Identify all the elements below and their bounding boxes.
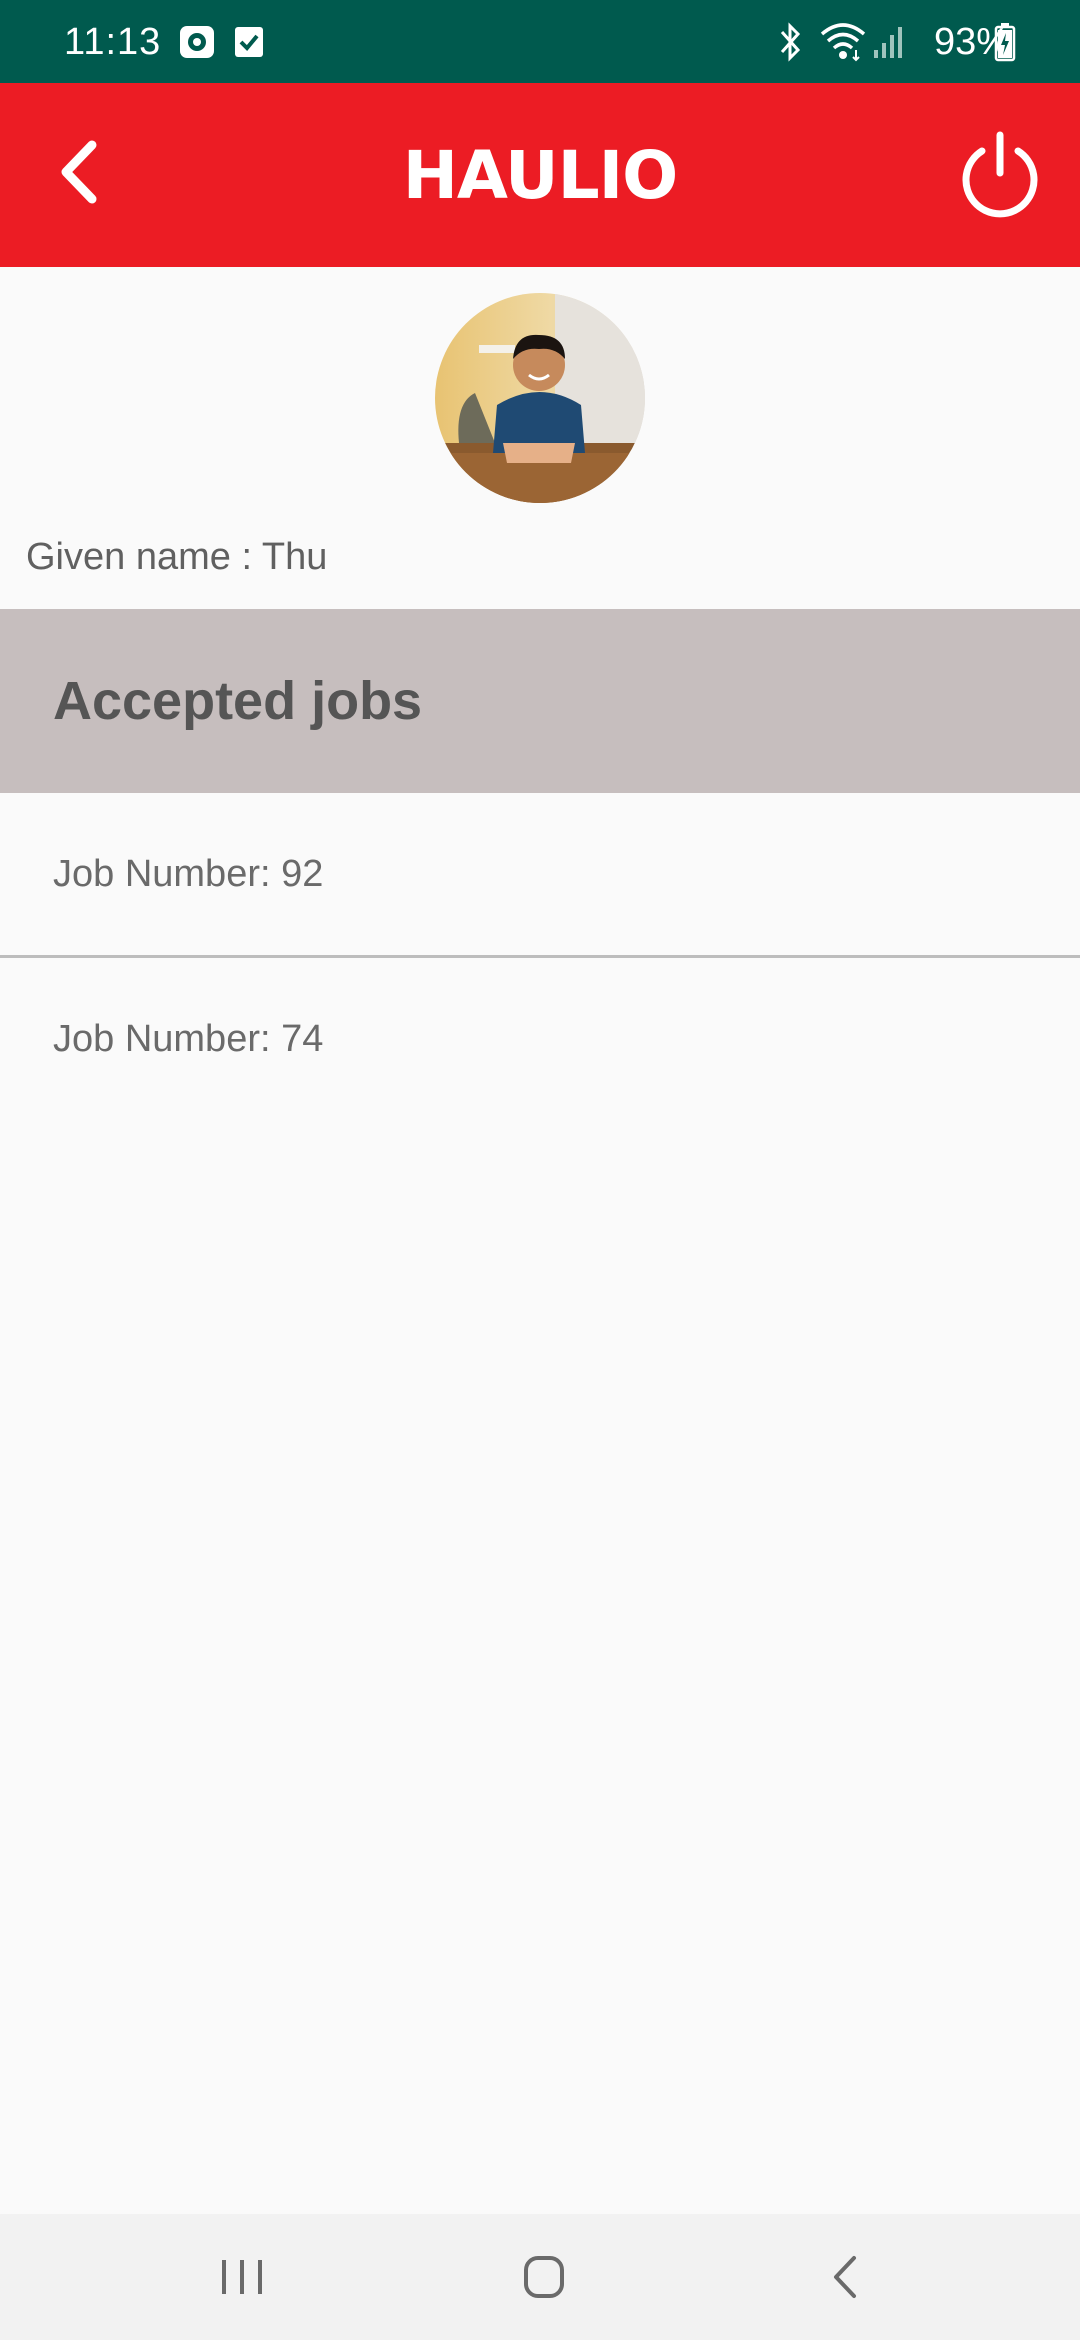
nav-back-button[interactable] [806,2244,886,2310]
battery-icon [994,23,1016,62]
logout-button[interactable] [952,127,1048,223]
given-name: Given name : Thu [26,532,327,582]
camera-icon [180,26,214,58]
job-number-label: Job Number: 92 [53,853,324,895]
given-name-label: Given name : [26,536,262,578]
system-nav-bar [0,2214,1080,2340]
app-logo: HAULIO [402,137,679,214]
power-icon [962,131,1038,218]
checkbox-icon [235,27,263,57]
list-item[interactable]: Job Number: 92 [0,793,1080,955]
status-time: 11:13 [64,21,162,63]
signal-icon [874,27,902,58]
home-icon [524,2256,564,2298]
job-list: Job Number: 92 Job Number: 74 [0,793,1080,1120]
recent-apps-button[interactable] [202,2244,282,2310]
back-icon [834,2256,856,2298]
list-item[interactable]: Job Number: 74 [0,958,1080,1120]
accepted-jobs-header: Accepted jobs [0,609,1080,793]
job-number-label: Job Number: 74 [53,1018,324,1060]
home-button[interactable] [504,2244,584,2310]
app-bar: HAULIO [0,83,1080,267]
profile-photo [435,293,645,503]
given-name-value: Thu [261,536,328,578]
wifi-icon [820,23,866,62]
section-title: Accepted jobs [53,671,423,731]
bluetooth-icon [780,22,801,62]
avatar [435,293,645,503]
recent-apps-icon [222,2260,262,2294]
status-bar: 11:13 93% [0,0,1080,83]
